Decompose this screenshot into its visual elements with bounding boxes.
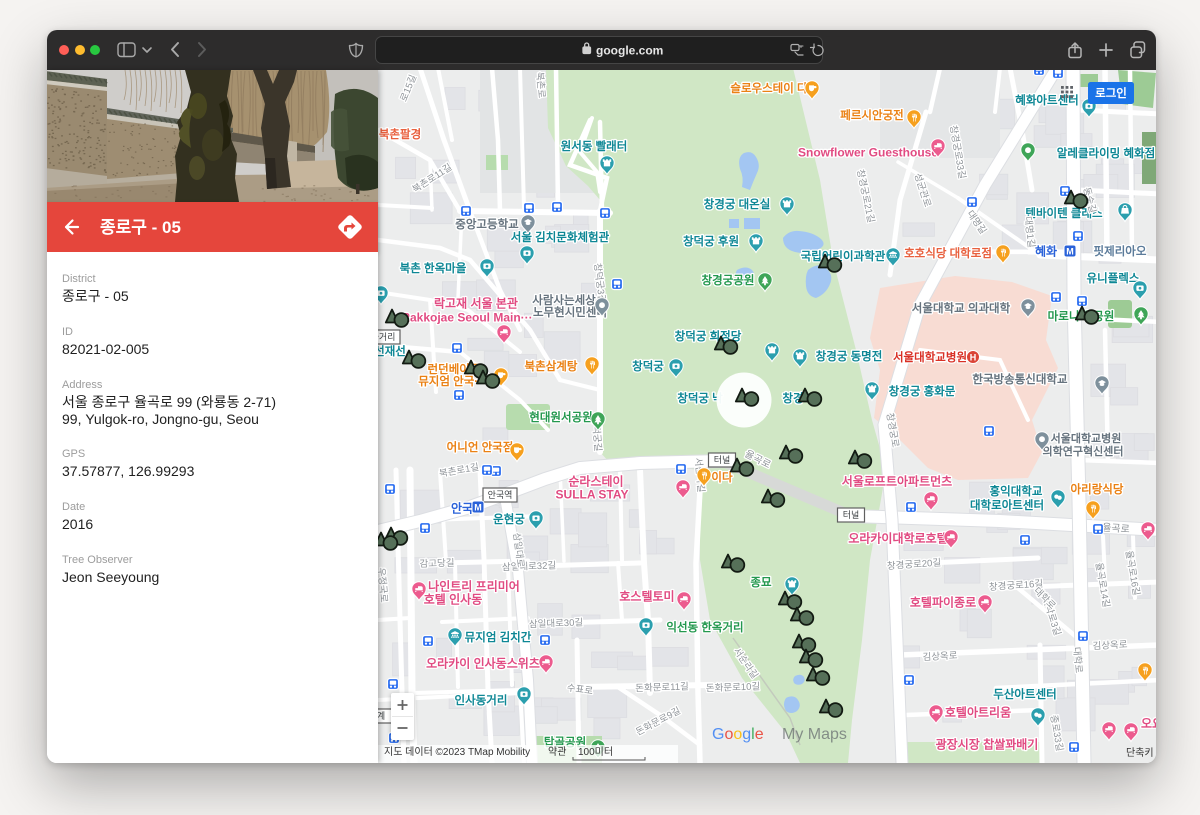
svg-text:중앙고등학교: 중앙고등학교: [455, 217, 519, 231]
svg-text:창덕궁 낙: 창덕궁 낙: [677, 391, 723, 405]
svg-text:선재선: 선재선: [378, 344, 406, 358]
svg-text:이다: 이다: [711, 470, 733, 484]
svg-text:원서동 빨래터: 원서동 빨래터: [561, 139, 628, 153]
svg-text:오요: 오요: [1141, 716, 1156, 730]
svg-text:유니플렉스: 유니플렉스: [1087, 271, 1140, 285]
svg-text:단축키: 단축키: [1126, 747, 1154, 759]
svg-text:아리랑식당: 아리랑식당: [1071, 482, 1124, 496]
svg-text:로그인: 로그인: [1095, 86, 1127, 100]
svg-text:김상옥로: 김상옥로: [1092, 638, 1128, 652]
svg-text:창경궁 동명전: 창경궁 동명전: [816, 349, 883, 363]
svg-text:창덕궁: 창덕궁: [632, 359, 664, 373]
svg-text:대학로: 대학로: [1070, 647, 1083, 674]
svg-text:터널: 터널: [843, 510, 860, 520]
svg-text:광장시장 찹쌀꽈배기: 광장시장 찹쌀꽈배기: [936, 736, 1039, 751]
svg-text:오라카이 인사동스위츠: 오라카이 인사동스위츠: [426, 655, 540, 670]
svg-text:서울로프트아파트먼츠: 서울로프트아파트먼츠: [842, 473, 952, 488]
svg-text:북촌로: 북촌로: [533, 72, 546, 99]
svg-text:종묘: 종묘: [750, 576, 772, 589]
svg-text:김상옥로: 김상옥로: [922, 649, 958, 663]
svg-text:핏제리아오: 핏제리아오: [1094, 244, 1147, 258]
svg-text:대학로아트센터: 대학로아트센터: [970, 498, 1044, 512]
svg-text:호텔 인사동: 호텔 인사동: [424, 591, 483, 606]
svg-text:창경궁 홍화문: 창경궁 홍화문: [889, 384, 956, 398]
svg-text:익선동 한옥거리: 익선동 한옥거리: [666, 620, 743, 634]
svg-text:서울대학교병원: 서울대학교병원: [1051, 431, 1122, 445]
svg-text:호텔아트리움: 호텔아트리움: [945, 704, 1011, 719]
svg-text:알레클라이밍 혜화점: 알레클라이밍 혜화점: [1057, 146, 1155, 160]
svg-text:현대원서공원: 현대원서공원: [529, 410, 592, 424]
svg-text:북촌삼계탕: 북촌삼계탕: [525, 359, 578, 373]
svg-text:사거리: 사거리: [378, 332, 395, 342]
svg-text:율곡로: 율곡로: [1102, 522, 1130, 536]
svg-text:혜화아트센터: 혜화아트센터: [1015, 93, 1078, 107]
svg-text:약관: 약관: [548, 746, 566, 758]
svg-text:호호식당 대학로점: 호호식당 대학로점: [904, 246, 992, 260]
svg-text:안국: 안국: [451, 500, 473, 515]
svg-text:슬로우스테이 다: 슬로우스테이 다: [730, 81, 808, 95]
svg-text:한국방송통신대학교: 한국방송통신대학교: [972, 372, 1068, 386]
svg-text:google.com: google.com: [596, 44, 663, 58]
svg-text:터널: 터널: [714, 455, 731, 465]
svg-text:호스텔토미: 호스텔토미: [619, 588, 674, 603]
svg-text:호텔파이종로: 호텔파이종로: [910, 594, 976, 609]
svg-text:의학연구혁신센터: 의학연구혁신센터: [1043, 444, 1124, 458]
svg-text:순라스테이: 순라스테이: [568, 473, 623, 488]
svg-text:두산아트센터: 두산아트센터: [993, 687, 1056, 701]
svg-text:운현궁: 운현궁: [493, 512, 525, 526]
svg-text:H: H: [970, 353, 977, 363]
svg-text:감고당길: 감고당길: [419, 557, 454, 570]
svg-text:홍익대학교: 홍익대학교: [990, 484, 1043, 498]
svg-text:사람사는세상: 사람사는세상: [532, 293, 596, 307]
svg-text:혜화: 혜화: [1035, 243, 1057, 258]
svg-text:서울 김치문화체험관: 서울 김치문화체험관: [511, 230, 610, 244]
svg-text:Rakkojae Seoul Main···: Rakkojae Seoul Main···: [401, 310, 532, 324]
svg-text:창경궁 대온실: 창경궁 대온실: [704, 197, 771, 211]
svg-text:락고재 서울 본관: 락고재 서울 본관: [434, 295, 518, 310]
svg-text:우정국로: 우정국로: [378, 567, 389, 603]
svg-text:My Maps: My Maps: [782, 726, 847, 743]
svg-text:인사동거리: 인사동거리: [455, 693, 508, 707]
svg-text:SULLA STAY: SULLA STAY: [556, 487, 629, 501]
svg-text:계: 계: [378, 710, 385, 721]
svg-text:창덕궁 후원: 창덕궁 후원: [683, 234, 739, 248]
svg-text:Google: Google: [712, 726, 764, 743]
svg-text:돈화문로10길: 돈화문로10길: [706, 680, 761, 694]
svg-text:삼일대로32길: 삼일대로32길: [502, 559, 557, 573]
svg-text:종로구 - 05: 종로구 - 05: [100, 218, 181, 237]
svg-text:서울대학교 의과대학: 서울대학교 의과대학: [912, 301, 1011, 315]
svg-text:지도 데이터 ©2023 TMap Mobility: 지도 데이터 ©2023 TMap Mobility: [384, 746, 530, 758]
svg-text:삼일대로30길: 삼일대로30길: [529, 616, 584, 630]
svg-text:돈화문로11길: 돈화문로11길: [635, 680, 689, 694]
svg-text:국립어린이과학관: 국립어린이과학관: [801, 249, 886, 263]
svg-text:서울대학교병원: 서울대학교병원: [893, 350, 967, 364]
svg-text:Snowflower Guesthouse: Snowflower Guesthouse: [798, 145, 938, 159]
svg-text:뮤지엄 김치간: 뮤지엄 김치간: [465, 630, 532, 644]
svg-text:안국역: 안국역: [488, 490, 513, 500]
svg-text:어니언 안국점: 어니언 안국점: [447, 440, 514, 454]
svg-text:북촌 한옥마을: 북촌 한옥마을: [400, 261, 467, 275]
svg-text:북촌팔경: 북촌팔경: [379, 127, 421, 141]
svg-text:창경궁공원: 창경궁공원: [702, 273, 755, 287]
svg-text:페르시안궁전: 페르시안궁전: [840, 108, 903, 122]
svg-text:나인트리 프리미어: 나인트리 프리미어: [428, 578, 520, 593]
svg-text:오라카이대학로호텔: 오라카이대학로호텔: [848, 530, 947, 545]
svg-text:100미터: 100미터: [578, 746, 613, 758]
